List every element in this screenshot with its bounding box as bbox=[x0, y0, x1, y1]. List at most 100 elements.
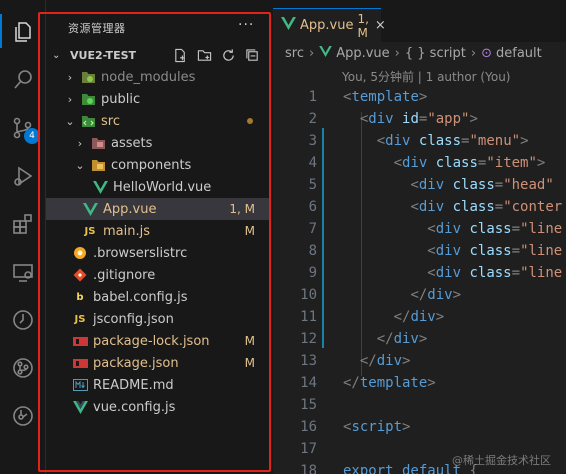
refresh-icon[interactable] bbox=[220, 47, 236, 63]
run-debug-icon[interactable] bbox=[9, 162, 37, 190]
tree-item-package-json[interactable]: package.json M bbox=[46, 352, 271, 374]
line-number: 16 bbox=[300, 419, 317, 435]
line-number: 15 bbox=[300, 397, 317, 413]
tree-item-package-lock[interactable]: package-lock.json M bbox=[46, 330, 271, 352]
tree-item-app-vue[interactable]: App.vue 1, M bbox=[46, 198, 271, 220]
breadcrumb-item[interactable]: { } script bbox=[405, 46, 466, 61]
code-text: <template> bbox=[343, 89, 428, 105]
code-line[interactable]: 14 </template> bbox=[273, 372, 566, 394]
tree-item-label: node_modules bbox=[101, 69, 196, 85]
chevron-right-icon: › bbox=[77, 136, 83, 150]
tree-item-label: .gitignore bbox=[93, 267, 156, 283]
tree-item-helloworld[interactable]: HelloWorld.vue bbox=[46, 176, 271, 198]
breadcrumb: src › App.vue › { } script › ⊙ default bbox=[285, 46, 542, 61]
breadcrumb-item[interactable]: default bbox=[496, 46, 542, 61]
tab-app-vue[interactable]: App.vue 1, M × bbox=[273, 8, 386, 42]
code-line[interactable]: 9 <div class="line bbox=[273, 262, 566, 284]
line-number: 18 bbox=[300, 463, 317, 474]
vue-file-icon bbox=[281, 17, 296, 34]
tree-item-babel-config[interactable]: b babel.config.js bbox=[46, 286, 271, 308]
git-file-icon bbox=[72, 267, 88, 283]
line-number: 4 bbox=[308, 155, 317, 171]
code-line[interactable]: 13 </div> bbox=[273, 350, 566, 372]
extensions-icon[interactable] bbox=[9, 210, 37, 238]
tree-item-src[interactable]: ⌄ src bbox=[46, 110, 271, 132]
docker-icon[interactable] bbox=[9, 402, 37, 430]
code-text: </div> bbox=[393, 309, 445, 325]
tree-item-label: App.vue bbox=[103, 201, 157, 217]
code-text: <script> bbox=[343, 419, 411, 435]
activity-bar: 4 bbox=[0, 0, 46, 474]
code-line[interactable]: 11 </div> bbox=[273, 306, 566, 328]
code-line[interactable]: 3 <div class="menu"> bbox=[273, 130, 566, 152]
vue-config-icon bbox=[72, 399, 88, 415]
code-text: <div class="line bbox=[427, 243, 563, 259]
babel-icon: b bbox=[76, 291, 84, 303]
line-number: 7 bbox=[308, 221, 317, 237]
project-name: VUE2-TEST bbox=[70, 48, 137, 62]
breadcrumb-item[interactable]: App.vue bbox=[336, 46, 389, 61]
code-line[interactable]: 5 <div class="head" bbox=[273, 174, 566, 196]
file-status: M bbox=[244, 356, 255, 370]
explorer-icon[interactable] bbox=[9, 18, 37, 46]
tab-label: App.vue bbox=[300, 18, 354, 33]
code-line[interactable]: 4 <div class="item"> bbox=[273, 152, 566, 174]
tree-item-gitignore[interactable]: .gitignore bbox=[46, 264, 271, 286]
code-line[interactable]: 8 <div class="line bbox=[273, 240, 566, 262]
code-line[interactable]: 1 <template> bbox=[273, 86, 566, 108]
tree-item-browserslistrc[interactable]: .browserslistrc bbox=[46, 242, 271, 264]
file-status: M bbox=[244, 224, 255, 238]
code-text: <div class="line bbox=[427, 265, 563, 281]
tree-item-readme[interactable]: README.md bbox=[46, 374, 271, 396]
search-icon[interactable] bbox=[9, 66, 37, 94]
code-text: </div> bbox=[359, 353, 411, 369]
close-icon[interactable]: × bbox=[375, 18, 386, 33]
line-number: 1 bbox=[308, 89, 317, 105]
line-number: 9 bbox=[308, 265, 317, 281]
line-number: 8 bbox=[308, 243, 317, 259]
tree-item-assets[interactable]: › assets bbox=[46, 132, 271, 154]
chevron-right-icon: › bbox=[67, 92, 73, 106]
vue-file-icon bbox=[82, 201, 98, 217]
new-file-icon[interactable] bbox=[172, 47, 188, 63]
remote-explorer-icon[interactable] bbox=[9, 258, 37, 286]
line-number: 12 bbox=[300, 331, 317, 347]
git-blame-lens[interactable]: You, 5分钟前 | 1 author (You) bbox=[342, 68, 510, 85]
timeline-icon[interactable] bbox=[9, 306, 37, 334]
code-text: </div> bbox=[376, 331, 428, 347]
new-folder-icon[interactable] bbox=[196, 47, 212, 63]
code-line[interactable]: 12 </div> bbox=[273, 328, 566, 350]
breadcrumb-item[interactable]: src bbox=[285, 46, 304, 61]
code-line[interactable]: 15 bbox=[273, 394, 566, 416]
project-header[interactable]: ⌄ VUE2-TEST bbox=[46, 44, 271, 66]
more-actions-icon[interactable]: ··· bbox=[238, 17, 254, 33]
code-line[interactable]: 10 </div> bbox=[273, 284, 566, 306]
modified-dot bbox=[247, 118, 253, 124]
symbol-icon: ⊙ bbox=[481, 46, 493, 61]
vue-file-icon bbox=[92, 179, 108, 195]
tree-item-node-modules[interactable]: › node_modules bbox=[46, 66, 271, 88]
tree-item-label: package.json bbox=[93, 355, 179, 371]
code-line[interactable]: 16 <script> bbox=[273, 416, 566, 438]
code-line[interactable]: 2 <div id="app"> bbox=[273, 108, 566, 130]
tree-item-public[interactable]: › public bbox=[46, 88, 271, 110]
folder-src-icon bbox=[80, 113, 96, 129]
collapse-all-icon[interactable] bbox=[244, 47, 260, 63]
npm-icon bbox=[72, 355, 88, 371]
markdown-icon bbox=[72, 377, 88, 393]
chevron-right-icon: › bbox=[394, 46, 400, 61]
tree-item-components[interactable]: ⌄ components bbox=[46, 154, 271, 176]
chevron-right-icon: › bbox=[67, 70, 73, 84]
git-graph-icon[interactable] bbox=[9, 354, 37, 382]
tree-item-vue-config[interactable]: vue.config.js bbox=[46, 396, 271, 418]
tree-item-main-js[interactable]: JS main.js M bbox=[46, 220, 271, 242]
tree-item-jsconfig[interactable]: JS jsconfig.json bbox=[46, 308, 271, 330]
js-file-icon: JS bbox=[74, 313, 86, 325]
tree-item-label: src bbox=[101, 113, 120, 129]
line-number: 2 bbox=[308, 111, 317, 127]
code-line[interactable]: 7 <div class="line bbox=[273, 218, 566, 240]
tab-bar: App.vue 1, M × bbox=[273, 0, 566, 42]
code-line[interactable]: 6 <div class="conter bbox=[273, 196, 566, 218]
folder-public-icon bbox=[80, 91, 96, 107]
tab-status: 1, M bbox=[357, 11, 369, 40]
